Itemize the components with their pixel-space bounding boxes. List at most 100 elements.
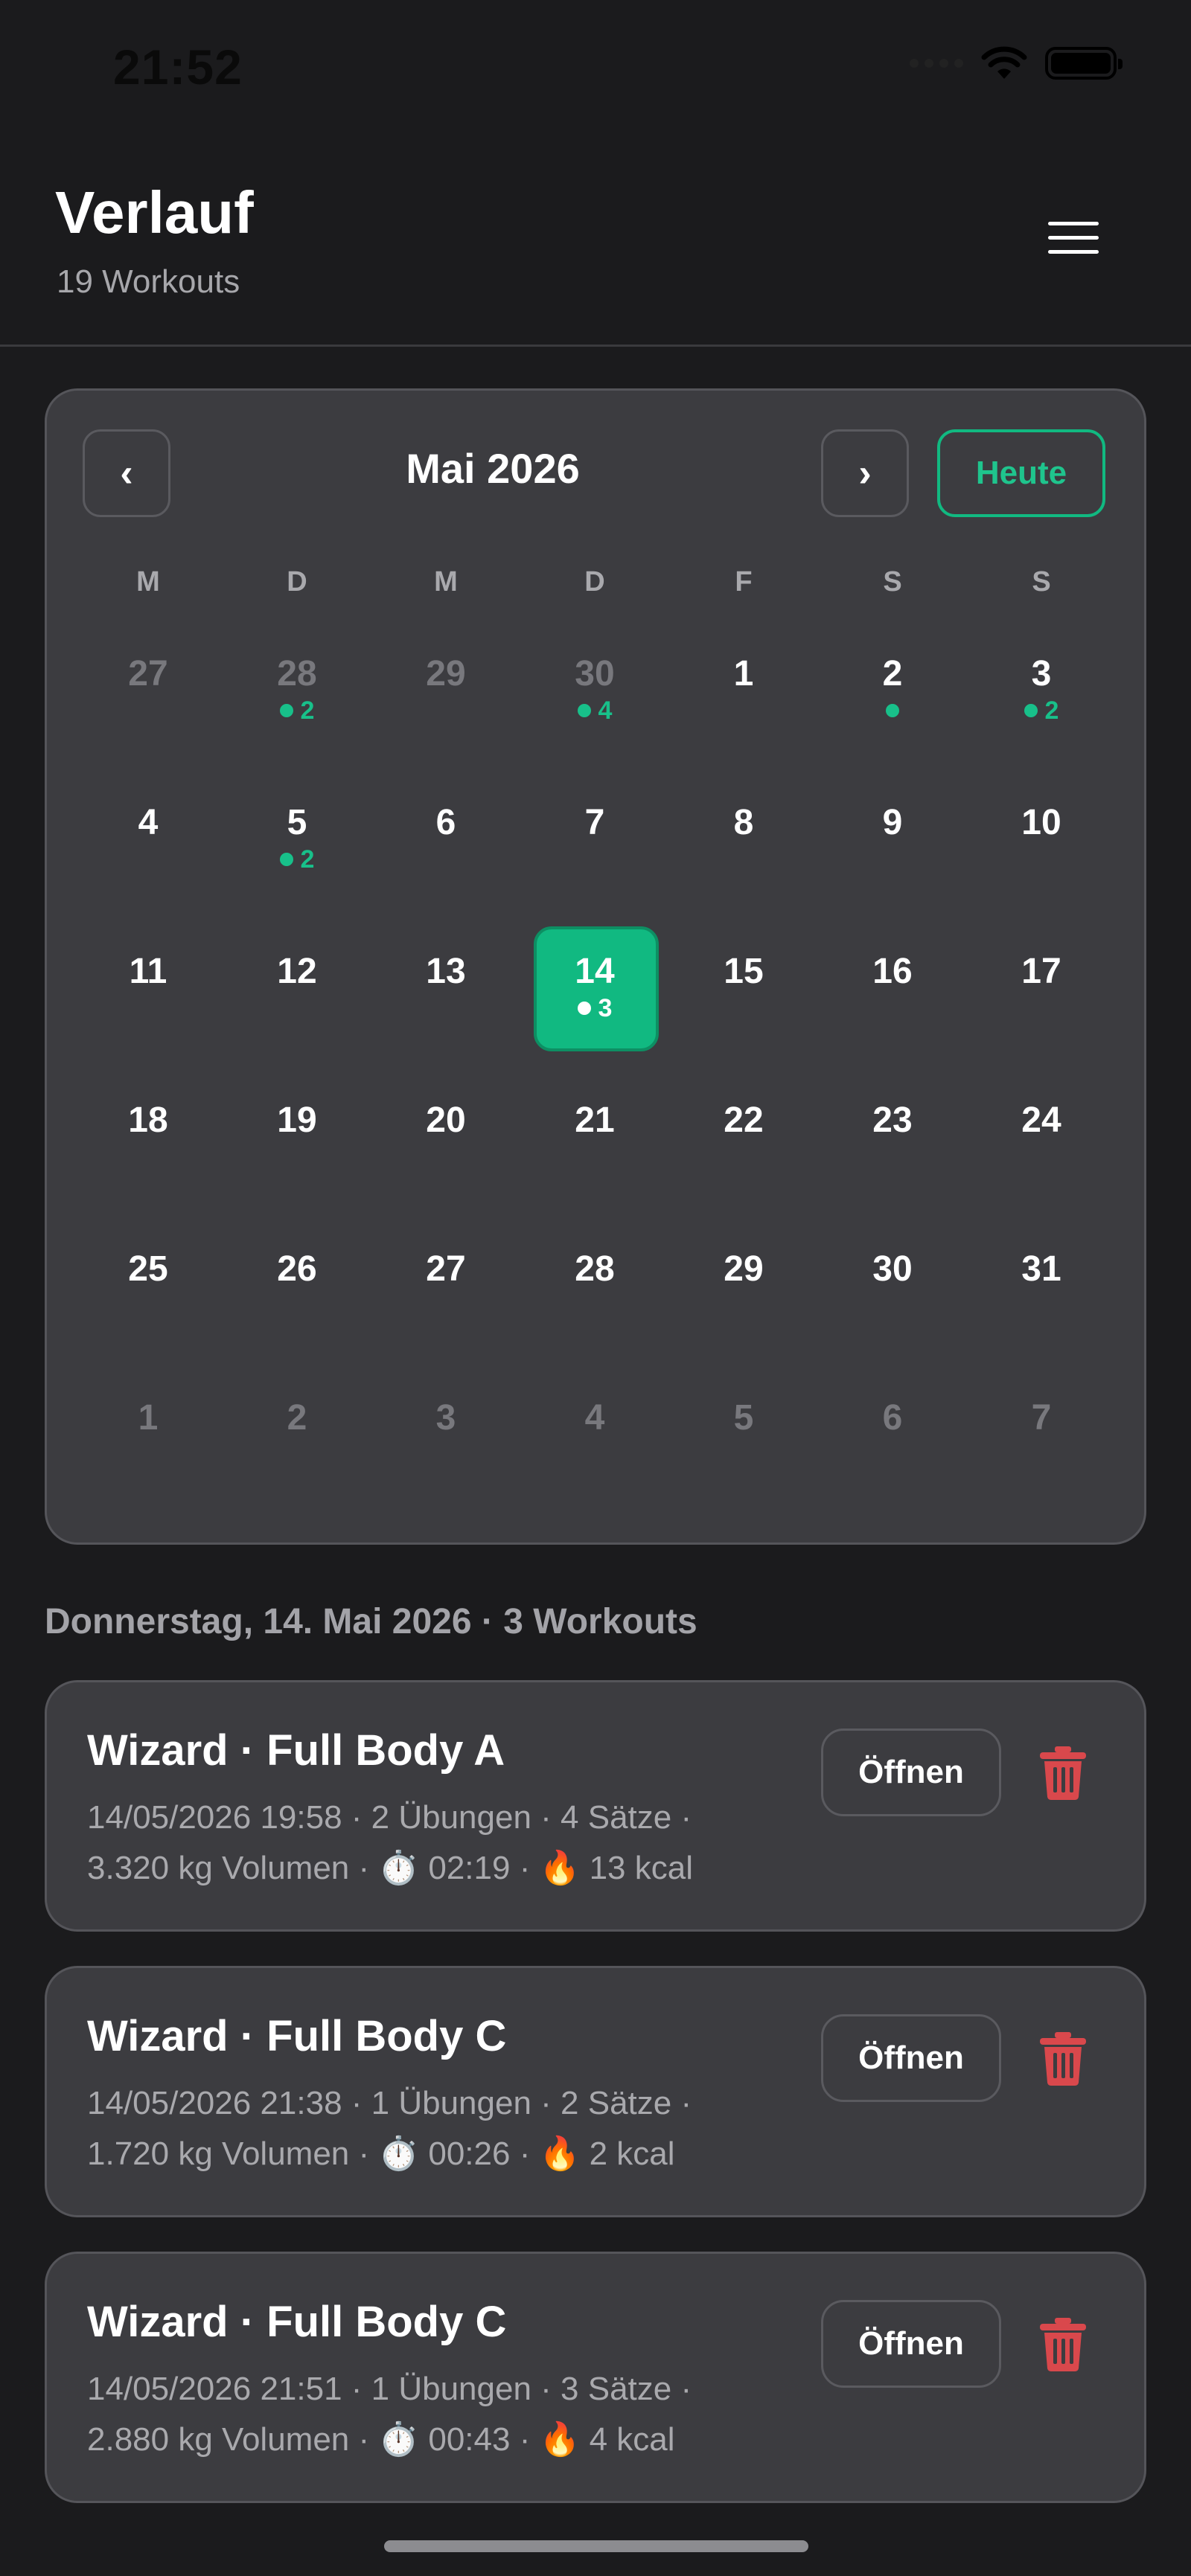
workout-marker: 2 [1024, 696, 1059, 725]
day-number: 11 [129, 952, 167, 991]
calendar-day[interactable]: 23 [818, 1062, 967, 1211]
workout-count-badge: 3 [598, 993, 613, 1022]
calendar-week-row: 1 2 3 4 5 6 7 [74, 1359, 1116, 1508]
calendar-day[interactable]: 2 [223, 1359, 371, 1508]
day-number: 16 [872, 952, 913, 991]
calendar-week-row: 25 26 27 28 29 30 31 [74, 1211, 1116, 1359]
calendar-day[interactable]: 16 [818, 913, 967, 1062]
calendar-week-row: 27 28 2 29 30 4 1 2 3 2 [74, 615, 1116, 764]
calendar-day[interactable]: 24 [967, 1062, 1116, 1211]
weekday-label: S [1032, 566, 1051, 597]
calendar-day[interactable]: 2 [818, 615, 967, 764]
day-number: 18 [128, 1100, 168, 1140]
workout-marker: 2 [279, 696, 315, 725]
home-indicator[interactable] [384, 2540, 808, 2552]
calendar-day[interactable]: 18 [74, 1062, 223, 1211]
calendar-day[interactable]: 11 [74, 913, 223, 1062]
hamburger-icon[interactable] [1045, 216, 1102, 272]
workout-title: Wizard · Full Body C [87, 2298, 507, 2346]
open-workout-button[interactable]: Öffnen [821, 2014, 1001, 2102]
calendar-day[interactable]: 6 [371, 764, 520, 913]
workout-card: Wizard · Full Body C 14/05/2026 21:38 · … [45, 1966, 1146, 2217]
calendar-day[interactable]: 22 [669, 1062, 818, 1211]
day-number: 7 [584, 803, 605, 842]
calendar-day[interactable]: 13 [371, 913, 520, 1062]
day-number: 1 [733, 654, 754, 693]
calendar-day[interactable]: 52 [223, 764, 371, 913]
day-number: 27 [128, 654, 168, 693]
workout-meta-line: 3.320 kg Volumen · ⏱️ 02:19 · 🔥 13 kcal [87, 1850, 693, 1886]
calendar-day[interactable]: 1 [669, 615, 818, 764]
calendar-day[interactable]: 6 [818, 1359, 967, 1508]
calendar-day[interactable]: 31 [967, 1211, 1116, 1359]
day-number: 22 [724, 1100, 764, 1140]
calendar-card: ‹ Mai 2026 › Heute M D M D F S S 27 28 2 29… [45, 388, 1146, 1545]
calendar-day[interactable]: 29 [371, 615, 520, 764]
open-workout-button[interactable]: Öffnen [821, 1728, 1001, 1816]
calendar-day[interactable]: 17 [967, 913, 1116, 1062]
workout-dot-icon [279, 853, 293, 866]
calendar-day[interactable]: 19 [223, 1062, 371, 1211]
calendar-day[interactable]: 28 [520, 1211, 669, 1359]
calendar-day[interactable]: 27 [371, 1211, 520, 1359]
today-button[interactable]: Heute [937, 429, 1105, 517]
day-number: 5 [733, 1398, 754, 1438]
day-number: 14 [575, 952, 615, 991]
workout-marker [886, 698, 899, 723]
calendar-day[interactable]: 9 [818, 764, 967, 913]
weekday-label: M [136, 566, 160, 597]
workout-meta-line: 1.720 kg Volumen · ⏱️ 00:26 · 🔥 2 kcal [87, 2136, 675, 2172]
calendar-week-row: 11 12 13 14 3 15 16 17 [74, 913, 1116, 1062]
calendar-day[interactable]: 32 [967, 615, 1116, 764]
trash-icon[interactable] [1037, 1745, 1089, 1801]
calendar-day[interactable]: 30 4 [520, 615, 669, 764]
calendar-day[interactable]: 20 [371, 1062, 520, 1211]
calendar-day[interactable]: 1 [74, 1359, 223, 1508]
day-number: 17 [1021, 952, 1061, 991]
calendar-day[interactable]: 4 [74, 764, 223, 913]
day-number: 2 [287, 1398, 307, 1438]
workout-dot-icon [577, 1002, 591, 1015]
calendar-day[interactable]: 5 [669, 1359, 818, 1508]
workout-count-badge: 4 [598, 696, 613, 725]
workout-title: Wizard · Full Body C [87, 2012, 507, 2060]
calendar-day[interactable]: 8 [669, 764, 818, 913]
calendar-day[interactable]: 27 [74, 615, 223, 764]
day-number: 9 [882, 803, 903, 842]
day-number: 3 [435, 1398, 456, 1438]
trash-icon[interactable] [1037, 2316, 1089, 2373]
day-number: 4 [138, 803, 159, 842]
workout-card: Wizard · Full Body C 14/05/2026 21:51 · … [45, 2252, 1146, 2503]
calendar-day[interactable]: 15 [669, 913, 818, 1062]
calendar-day[interactable]: 3 [371, 1359, 520, 1508]
calendar-day[interactable]: 29 [669, 1211, 818, 1359]
day-number: 30 [575, 654, 615, 693]
workout-meta-line: 14/05/2026 19:58 · 2 Übungen · 4 Sätze · [87, 1799, 692, 1836]
calendar-day-selected[interactable]: 14 3 [520, 913, 669, 1062]
calendar-grid: 27 28 2 29 30 4 1 2 3 2 4 5 2 6 7 8 9 10 11 12 13 14 3 15 16 17 18… [74, 615, 1116, 1508]
day-number: 27 [426, 1249, 466, 1289]
calendar-day[interactable]: 4 [520, 1359, 669, 1508]
calendar-day[interactable]: 21 [520, 1062, 669, 1211]
trash-icon[interactable] [1037, 2031, 1089, 2087]
workout-meta-line: 14/05/2026 21:51 · 1 Übungen · 3 Sätze · [87, 2371, 692, 2407]
day-number: 30 [872, 1249, 913, 1289]
workout-meta-line: 2.880 kg Volumen · ⏱️ 00:43 · 🔥 4 kcal [87, 2421, 675, 2458]
weekday-label: D [287, 566, 307, 597]
calendar-day[interactable]: 25 [74, 1211, 223, 1359]
next-month-button[interactable]: › [821, 429, 909, 517]
workout-meta: 14/05/2026 21:38 · 1 Übungen · 2 Sätze ·… [87, 2078, 831, 2179]
day-number: 10 [1021, 803, 1061, 842]
calendar-day[interactable]: 28 2 [223, 615, 371, 764]
calendar-day[interactable]: 7 [967, 1359, 1116, 1508]
open-workout-button[interactable]: Öffnen [821, 2300, 1001, 2388]
calendar-day[interactable]: 26 [223, 1211, 371, 1359]
day-number: 1 [138, 1398, 159, 1438]
calendar-day[interactable]: 12 [223, 913, 371, 1062]
day-number: 8 [733, 803, 754, 842]
calendar-day[interactable]: 10 [967, 764, 1116, 913]
calendar-day[interactable]: 7 [520, 764, 669, 913]
workout-count: 19 Workouts [57, 263, 240, 300]
workout-count-badge: 2 [300, 696, 315, 725]
calendar-day[interactable]: 30 [818, 1211, 967, 1359]
